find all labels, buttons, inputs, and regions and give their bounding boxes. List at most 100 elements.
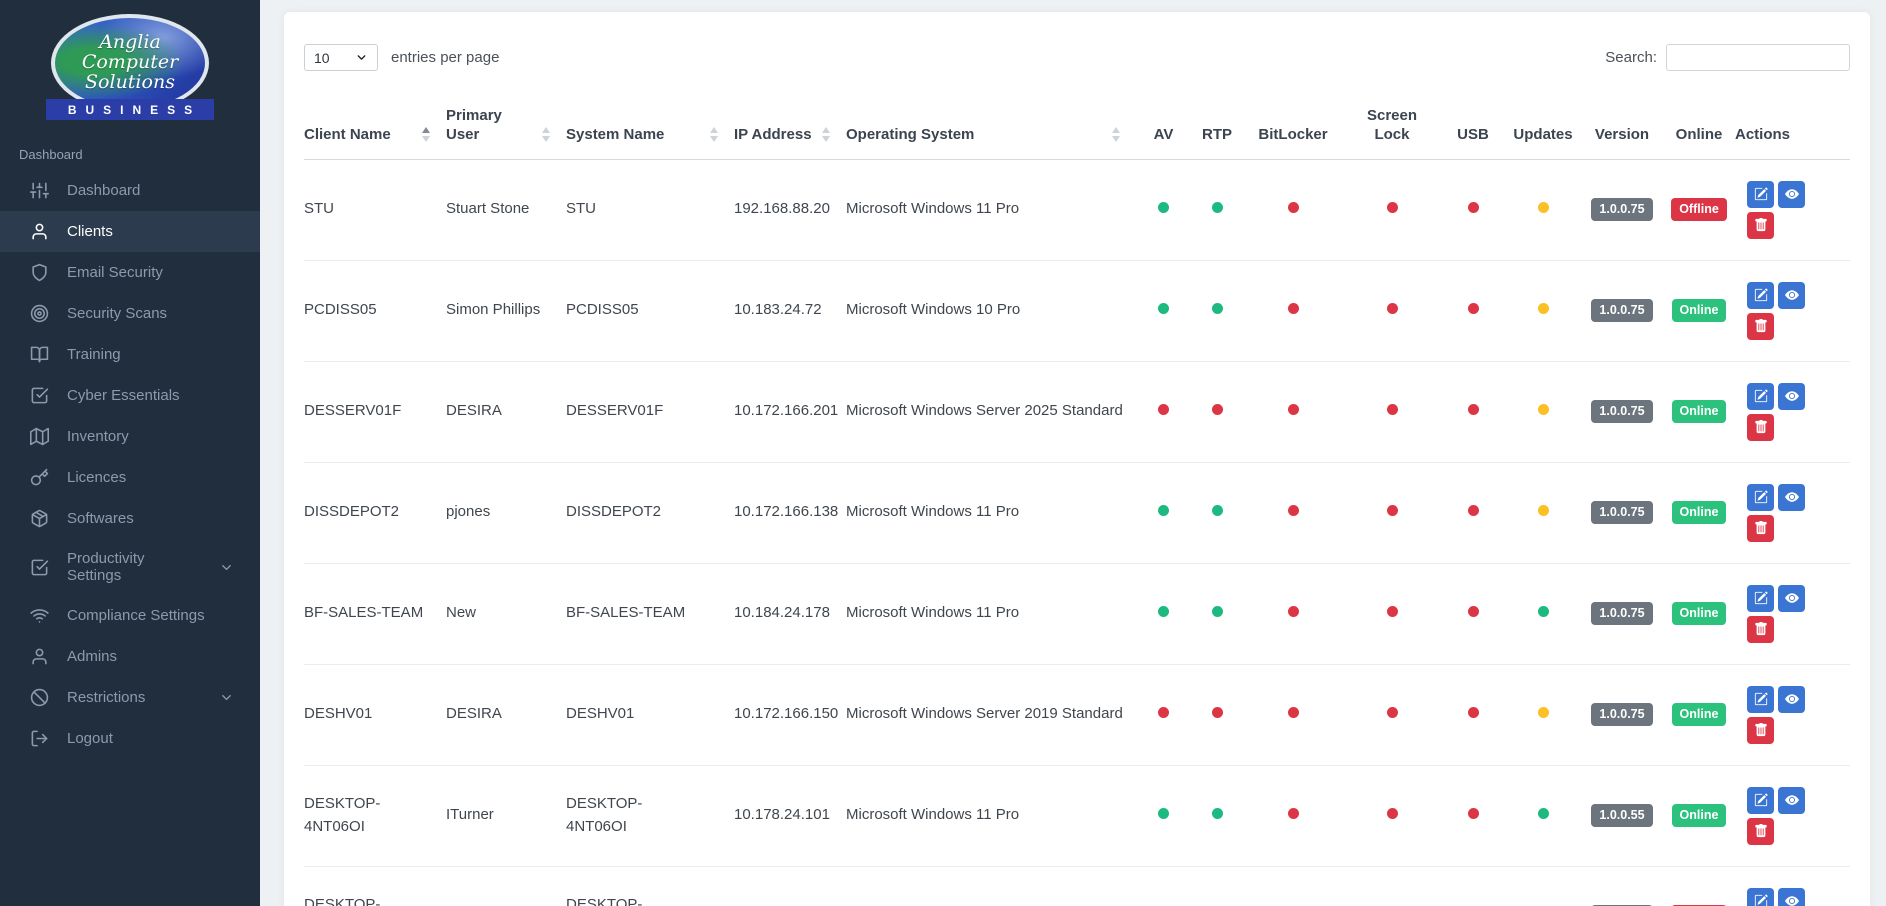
sidebar-item-dashboard[interactable]: Dashboard [0, 170, 260, 211]
shield-icon [30, 263, 49, 282]
sidebar-item-label: Cyber Essentials [67, 387, 180, 404]
search-input[interactable] [1666, 44, 1850, 71]
column-label: Screen Lock [1366, 107, 1418, 145]
main-content: 10 entries per page Search: Client NameP… [260, 0, 1886, 906]
bitlocker-status-dot [1288, 202, 1299, 213]
screen-lock-status-dot [1387, 606, 1398, 617]
sidebar-item-inventory[interactable]: Inventory [0, 416, 260, 457]
column-header-ip-address[interactable]: IP Address [734, 101, 846, 159]
user-icon [30, 647, 49, 666]
delete-button[interactable] [1747, 717, 1774, 744]
rtp-status-dot [1212, 808, 1223, 819]
delete-button[interactable] [1747, 313, 1774, 340]
chevron-down-icon [219, 560, 234, 575]
logo-text: Anglia Computer Solutions [82, 33, 178, 92]
sidebar-item-admins[interactable]: Admins [0, 636, 260, 677]
version-badge: 1.0.0.75 [1591, 299, 1652, 321]
sidebar-nav: DashboardClientsEmail SecuritySecurity S… [0, 170, 260, 759]
sidebar-item-softwares[interactable]: Softwares [0, 498, 260, 539]
usb-status-dot [1468, 303, 1479, 314]
bitlocker-status-dot [1288, 404, 1299, 415]
screen-lock-status-dot [1387, 303, 1398, 314]
edit-button[interactable] [1747, 181, 1774, 208]
clients-table: Client Name Primary UserSystem Name IP Add… [304, 101, 1850, 906]
edit-button[interactable] [1747, 787, 1774, 814]
sidebar-item-productivity-settings[interactable]: Productivity Settings [0, 539, 260, 595]
table-row: STUStuart StoneSTU192.168.88.20Microsoft… [304, 159, 1850, 260]
column-header-client-name[interactable]: Client Name [304, 101, 446, 159]
rtp-status-dot [1212, 404, 1223, 415]
view-button[interactable] [1778, 282, 1805, 309]
primary-user-cell: ITurner [446, 806, 494, 823]
ip-address-cell: 10.172.166.201 [734, 402, 838, 419]
edit-button[interactable] [1747, 888, 1774, 906]
check-square-icon [30, 386, 49, 405]
delete-button[interactable] [1747, 515, 1774, 542]
sidebar-item-label: Logout [67, 730, 113, 747]
trash-icon [1754, 420, 1768, 434]
sidebar-item-cyber-essentials[interactable]: Cyber Essentials [0, 375, 260, 416]
entries-per-page-select[interactable]: 10 [304, 44, 378, 71]
search-label: Search: [1605, 49, 1657, 66]
operating-system-cell: Microsoft Windows 10 Pro [846, 301, 1020, 318]
sort-icon [710, 127, 718, 142]
rtp-status-dot [1212, 707, 1223, 718]
view-button[interactable] [1778, 383, 1805, 410]
column-label: System Name [566, 126, 664, 143]
edit-icon [1754, 389, 1768, 403]
usb-status-dot [1468, 404, 1479, 415]
version-badge: 1.0.0.75 [1591, 501, 1652, 523]
sidebar-item-security-scans[interactable]: Security Scans [0, 293, 260, 334]
view-button[interactable] [1778, 787, 1805, 814]
edit-icon [1754, 288, 1768, 302]
column-label: Actions [1735, 126, 1790, 143]
edit-icon [1754, 187, 1768, 201]
usb-status-dot [1468, 707, 1479, 718]
eye-icon [1785, 187, 1799, 201]
column-header-updates: Updates [1505, 101, 1581, 159]
view-button[interactable] [1778, 484, 1805, 511]
screen-lock-status-dot [1387, 505, 1398, 516]
delete-button[interactable] [1747, 212, 1774, 239]
sidebar-item-compliance-settings[interactable]: Compliance Settings [0, 595, 260, 636]
check-square-icon [30, 558, 49, 577]
view-button[interactable] [1778, 585, 1805, 612]
sidebar-item-label: Training [67, 346, 121, 363]
screen-lock-status-dot [1387, 707, 1398, 718]
av-status-dot [1158, 505, 1169, 516]
sidebar-item-email-security[interactable]: Email Security [0, 252, 260, 293]
delete-button[interactable] [1747, 616, 1774, 643]
eye-icon [1785, 389, 1799, 403]
column-label: Client Name [304, 126, 391, 143]
ip-address-cell: 10.178.24.101 [734, 806, 830, 823]
sidebar-item-licences[interactable]: Licences [0, 457, 260, 498]
edit-button[interactable] [1747, 383, 1774, 410]
package-icon [30, 509, 49, 528]
online-status-badge: Online [1672, 804, 1727, 826]
column-header-system-name[interactable]: System Name [566, 101, 734, 159]
sidebar-item-restrictions[interactable]: Restrictions [0, 677, 260, 718]
sidebar-item-logout[interactable]: Logout [0, 718, 260, 759]
book-open-icon [30, 345, 49, 364]
online-status-badge: Online [1672, 703, 1727, 725]
system-name-cell: DESKTOP-DQ2Q2R3 [566, 896, 642, 906]
view-button[interactable] [1778, 686, 1805, 713]
view-button[interactable] [1778, 181, 1805, 208]
sidebar-section-label: Dashboard [0, 120, 260, 170]
sidebar: Anglia Computer Solutions BUSINESS Dashb… [0, 0, 260, 906]
column-header-primary-user[interactable]: Primary User [446, 101, 566, 159]
edit-button[interactable] [1747, 686, 1774, 713]
delete-button[interactable] [1747, 414, 1774, 441]
view-button[interactable] [1778, 888, 1805, 906]
column-header-operating-system[interactable]: Operating System [846, 101, 1136, 159]
edit-button[interactable] [1747, 484, 1774, 511]
sidebar-item-clients[interactable]: Clients [0, 211, 260, 252]
sidebar-item-training[interactable]: Training [0, 334, 260, 375]
edit-button[interactable] [1747, 585, 1774, 612]
usb-status-dot [1468, 505, 1479, 516]
ip-address-cell: 10.183.24.72 [734, 301, 822, 318]
edit-button[interactable] [1747, 282, 1774, 309]
delete-button[interactable] [1747, 818, 1774, 845]
updates-status-dot [1538, 303, 1549, 314]
ip-address-cell: 192.168.88.20 [734, 200, 830, 217]
